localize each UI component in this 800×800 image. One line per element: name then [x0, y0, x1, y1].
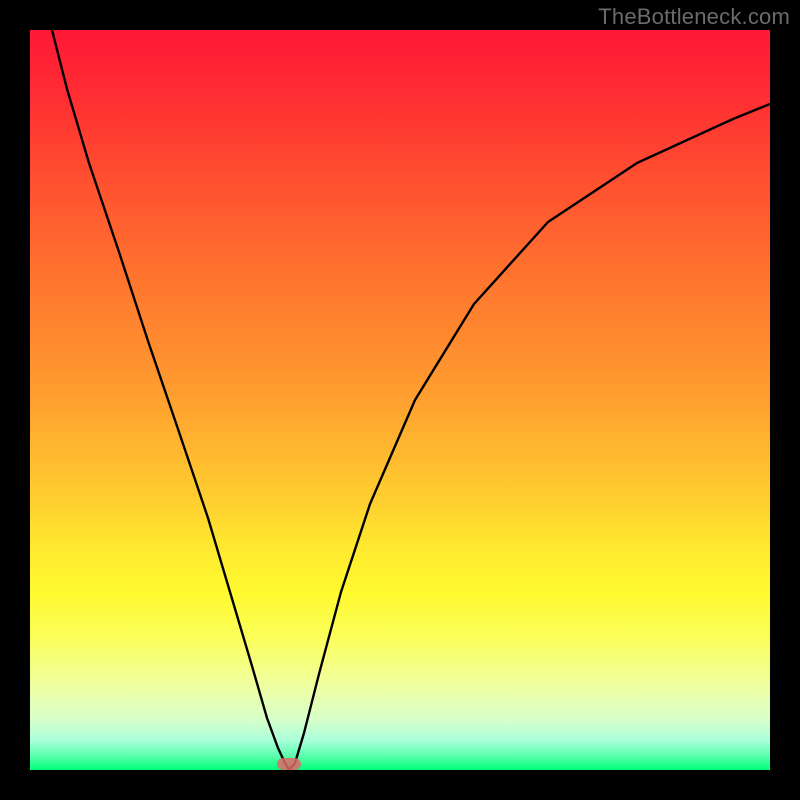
chart-curve-svg [30, 30, 770, 770]
watermark-text: TheBottleneck.com [598, 4, 790, 30]
chart-plot-area [30, 30, 770, 770]
bottleneck-curve [52, 30, 770, 770]
optimum-marker [277, 758, 301, 770]
